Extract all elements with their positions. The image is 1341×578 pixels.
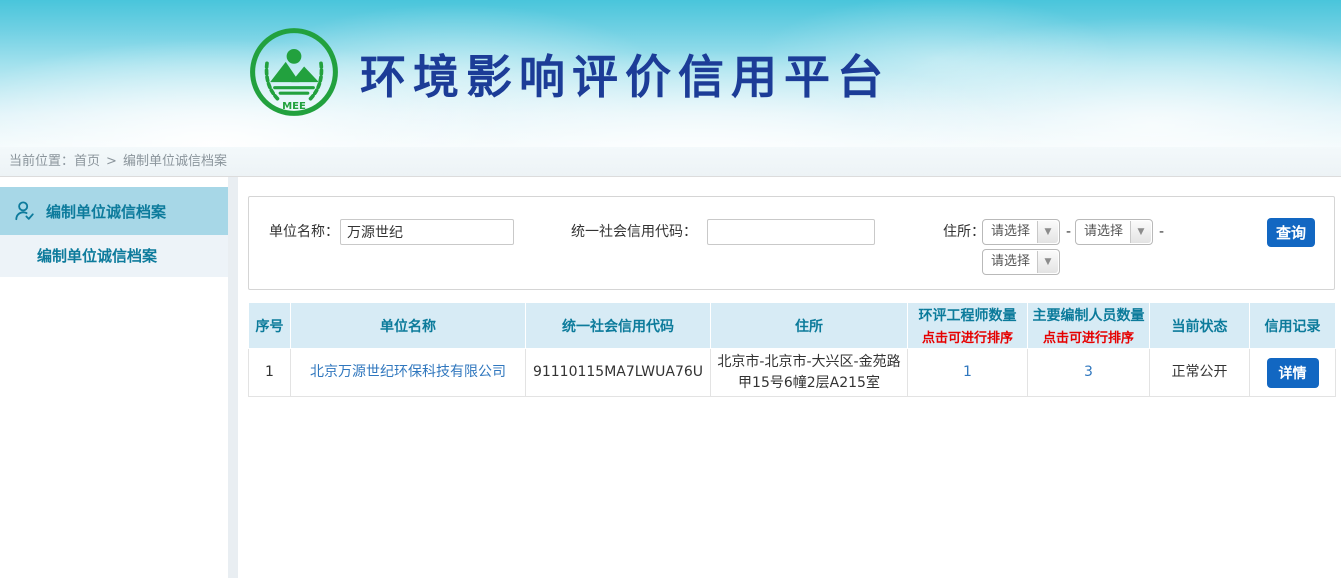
breadcrumb-label: 当前位置： (9, 154, 74, 169)
sort-hint[interactable]: 点击可进行排序 (912, 327, 1023, 346)
chevron-down-icon: ▼ (1130, 221, 1151, 243)
cell-status: 正常公开 (1150, 349, 1250, 397)
cell-address: 北京市-北京市-大兴区-金苑路甲15号6幢2层A215室 (711, 349, 908, 397)
col-header-name: 单位名称 (291, 303, 526, 349)
col-header-index: 序号 (249, 303, 291, 349)
col-header-credit: 信用记录 (1250, 303, 1336, 349)
col-header-staff[interactable]: 主要编制人员数量点击可进行排序 (1028, 303, 1150, 349)
detail-button[interactable]: 详情 (1267, 358, 1319, 388)
credit-code-input[interactable] (707, 219, 875, 245)
sidebar-subitem-unit-credit-archive[interactable]: 编制单位诚信档案 (0, 235, 228, 277)
table-row: 1 北京万源世纪环保科技有限公司 91110115MA7LWUA76U 北京市-… (249, 349, 1336, 397)
select-value: 请选择 (983, 250, 1036, 274)
address-city-select[interactable]: 请选择 ▼ (1075, 219, 1153, 245)
address-district-select[interactable]: 请选择 ▼ (982, 249, 1060, 275)
unit-name-label: 单位名称： (269, 219, 339, 245)
main-panel: 单位名称： 统一社会信用代码： 住所： 请选择 ▼ - 请选择 ▼ - 请选择 … (238, 177, 1341, 578)
site-title: 环境影响评价信用平台 (360, 41, 890, 107)
cell-credit-code: 91110115MA7LWUA76U (526, 349, 711, 397)
sort-hint[interactable]: 点击可进行排序 (1032, 327, 1145, 346)
breadcrumb-current: 编制单位诚信档案 (123, 154, 227, 169)
breadcrumb: 当前位置：首页 > 编制单位诚信档案 (0, 147, 1341, 177)
engineers-count-link[interactable]: 1 (963, 364, 972, 380)
mee-logo-text: MEE (282, 100, 306, 111)
select-value: 请选择 (1076, 220, 1129, 244)
address-dash-2: - (1159, 219, 1164, 245)
col-header-staff-title: 主要编制人员数量 (1033, 308, 1145, 324)
col-header-address: 住所 (711, 303, 908, 349)
search-panel: 单位名称： 统一社会信用代码： 住所： 请选择 ▼ - 请选择 ▼ - 请选择 … (248, 196, 1335, 290)
results-table: 序号 单位名称 统一社会信用代码 住所 环评工程师数量点击可进行排序 主要编制人… (248, 302, 1336, 397)
address-province-select[interactable]: 请选择 ▼ (982, 219, 1060, 245)
chevron-down-icon: ▼ (1037, 221, 1058, 243)
company-name-link[interactable]: 北京万源世纪环保科技有限公司 (310, 364, 506, 380)
content-area: 编制单位诚信档案 编制单位诚信档案 单位名称： 统一社会信用代码： 住所： 请选… (0, 177, 1341, 578)
staff-count-link[interactable]: 3 (1084, 364, 1093, 380)
breadcrumb-home-link[interactable]: 首页 (74, 154, 100, 169)
chevron-down-icon: ▼ (1037, 251, 1058, 273)
select-value: 请选择 (983, 220, 1036, 244)
cell-index: 1 (249, 349, 291, 397)
query-button[interactable]: 查询 (1267, 218, 1315, 247)
mee-logo: MEE (248, 26, 340, 122)
mee-logo-icon: MEE (248, 26, 340, 118)
credit-code-label: 统一社会信用代码： (571, 219, 697, 245)
sidebar-divider (228, 177, 238, 578)
table-header-row: 序号 单位名称 统一社会信用代码 住所 环评工程师数量点击可进行排序 主要编制人… (249, 303, 1336, 349)
sidebar-item-label: 编制单位诚信档案 (46, 201, 166, 222)
unit-name-input[interactable] (340, 219, 514, 245)
sidebar-item-unit-credit-archive[interactable]: 编制单位诚信档案 (0, 187, 228, 235)
address-label: 住所： (943, 219, 985, 245)
col-header-code: 统一社会信用代码 (526, 303, 711, 349)
col-header-engineers[interactable]: 环评工程师数量点击可进行排序 (908, 303, 1028, 349)
col-header-status: 当前状态 (1150, 303, 1250, 349)
user-check-icon (14, 200, 36, 222)
sidebar: 编制单位诚信档案 编制单位诚信档案 (0, 177, 228, 578)
col-header-engineers-title: 环评工程师数量 (919, 308, 1017, 324)
breadcrumb-separator: > (106, 154, 117, 169)
site-header: MEE 环境影响评价信用平台 (0, 0, 1341, 147)
address-dash-1: - (1066, 219, 1071, 245)
